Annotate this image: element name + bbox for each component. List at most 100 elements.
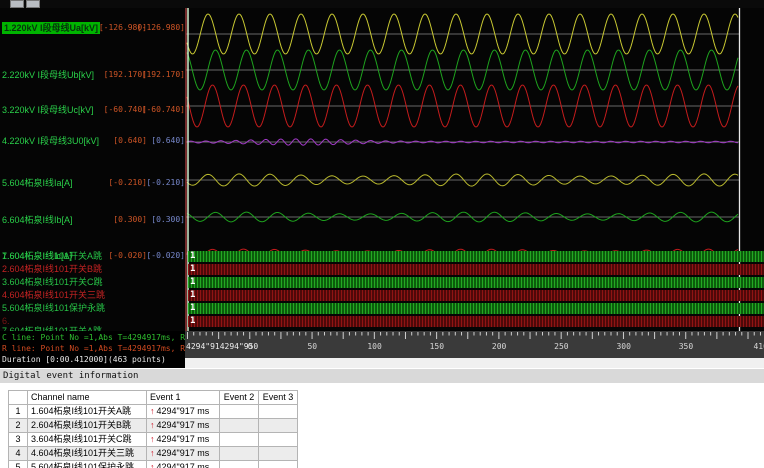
r-cursor-value: [-126.980] (136, 23, 185, 32)
r-line-status: R line: Point No =1,Abs T=4294917ms, Rel… (2, 344, 185, 353)
event2-cell (219, 432, 259, 447)
event-table-row-4[interactable]: 4 4.604柘泉I线101开关三跳 ↑ 4294"917 ms (8, 446, 298, 461)
c-cursor-value: [-0.210] (108, 178, 147, 187)
event-table-zone: Channel name Event 1 Event 2 Event 3 1 1.… (0, 383, 764, 468)
col-event3-header: Event 3 (258, 390, 298, 405)
c-cursor-value: [-60.740] (103, 105, 147, 114)
r-cursor-value: [-60.740] (141, 105, 185, 114)
col-event2-header: Event 2 (219, 390, 259, 405)
ruler-tick-label: 200 (491, 342, 507, 351)
digital-channel-label-4[interactable]: 4.604柘泉I线101开关三跳 (2, 290, 185, 302)
duration-status: Duration [0:00.412000](463 points) (2, 355, 166, 364)
analog-channel-label-2[interactable]: 2.220kV I段母线Ub[kV] [192.170] [192.170] (0, 69, 185, 81)
cursor-status-block: C line: Point No =1,Abs T=4294917ms, Rel… (0, 331, 185, 368)
digital-state-bar-6: 1 (188, 316, 764, 327)
row-number: 4 (8, 446, 28, 461)
row-number: 1 (8, 404, 28, 419)
digital-state-value: 1 (190, 264, 196, 274)
digital-state-bar-4: 1 (188, 290, 764, 301)
toolbar-icon[interactable] (10, 0, 24, 8)
analog-channel-label-5[interactable]: 5.604柘泉I线Ia[A] [-0.210] [-0.210] (0, 177, 185, 189)
digital-channel-label-3[interactable]: 3.604柘泉I线101开关C跳 (2, 277, 185, 289)
event1-cell: ↑ 4294"917 ms (146, 446, 220, 461)
event-table-row-1[interactable]: 1 1.604柘泉I线101开关A跳 ↑ 4294"917 ms (8, 404, 298, 419)
digital-state-value: 1 (190, 290, 196, 300)
event1-time: 4294"917 ms (156, 448, 210, 458)
ruler-tick-label: 410 (753, 342, 764, 351)
event3-cell (258, 446, 298, 461)
rising-edge-arrow-icon: ↑ (150, 434, 155, 444)
analog-channel-label-3[interactable]: 3.220kV I段母线Uc[kV] [-60.740] [-60.740] (0, 104, 185, 116)
event2-cell (219, 446, 259, 461)
time-ruler[interactable]: 4294"914294"950 050100150200250300350410 (185, 331, 764, 358)
r-cursor-value: [0.300] (151, 215, 185, 224)
channel-name[interactable]: 5.604柘泉I线Ia[A] (2, 177, 73, 189)
ruler-tick-label: 100 (367, 342, 382, 351)
digital-state-value: 1 (190, 303, 196, 313)
channel-name[interactable]: 4.220kV I段母线3U0[kV] (2, 135, 99, 147)
event1-time: 4294"917 ms (156, 406, 210, 416)
digital-channel-label-2[interactable]: 2.604柘泉I线101开关B跳 (2, 264, 185, 276)
row-number: 2 (8, 418, 28, 433)
analog-channel-label-4[interactable]: 4.220kV I段母线3U0[kV] [0.640] [0.640] (0, 135, 185, 147)
event-channel-name: 4.604柘泉I线101开关三跳 (27, 446, 147, 461)
rising-edge-arrow-icon: ↑ (150, 420, 155, 430)
event3-cell (258, 460, 298, 468)
event-table-row-2[interactable]: 2 2.604柘泉I线101开关B跳 ↑ 4294"917 ms (8, 418, 298, 433)
c-cursor-value: [0.300] (113, 215, 147, 224)
event1-time: 4294"917 ms (156, 434, 210, 444)
rising-edge-arrow-icon: ↑ (150, 462, 155, 468)
digital-channel-label-5[interactable]: 5.604柘泉I线101保护永跳 (2, 303, 185, 315)
event3-cell (258, 404, 298, 419)
digital-state-value: 1 (190, 277, 196, 287)
event1-time: 4294"917 ms (156, 462, 210, 468)
c-cursor-value: [0.640] (113, 136, 147, 145)
channel-name[interactable]: 3.220kV I段母线Uc[kV] (2, 104, 94, 116)
r-cursor-value: [0.640] (151, 136, 185, 145)
event2-cell (219, 460, 259, 468)
row-number: 5 (8, 460, 28, 468)
ruler-tick-label: 300 (616, 342, 631, 351)
info-bar-title: Digital event information (3, 371, 139, 381)
event1-cell: ↑ 4294"917 ms (146, 460, 220, 468)
waveform-plot-panel[interactable]: 111111 1.220kV I段母线Ua[kV] [-126.980] [-126… (0, 8, 764, 331)
c-line-status: C line: Point No =1,Abs T=4294917ms, Rel… (2, 333, 185, 342)
event-channel-name: 2.604柘泉I线101开关B跳 (27, 418, 147, 433)
toolbar-strip (0, 0, 764, 8)
event3-cell (258, 432, 298, 447)
channel-name[interactable]: 1.220kV I段母线Ua[kV] (2, 22, 101, 34)
event-channel-name: 5.604柘泉I线101保护永跳 (27, 460, 147, 468)
r-cursor-value: [192.170] (141, 70, 185, 79)
channel-name[interactable]: 6.604柘泉I线Ib[A] (2, 214, 73, 226)
digital-state-value: 1 (190, 316, 196, 326)
rising-edge-arrow-icon: ↑ (150, 406, 155, 416)
r-cursor-value: [-0.210] (146, 178, 185, 187)
event-channel-name: 1.604柘泉I线101开关A跳 (27, 404, 147, 419)
col-event1-header: Event 1 (146, 390, 220, 405)
event3-cell (258, 418, 298, 433)
event-channel-name: 3.604柘泉I线101开关C跳 (27, 432, 147, 447)
event-table-header-row: Channel name Event 1 Event 2 Event 3 (8, 390, 298, 405)
digital-state-bar-1: 1 (188, 251, 764, 262)
row-number: 3 (8, 432, 28, 447)
ruler-ticks (187, 332, 761, 339)
ruler-tick-label: 250 (554, 342, 569, 351)
digital-event-table: Channel name Event 1 Event 2 Event 3 1 1.… (8, 390, 298, 468)
event-table-row-3[interactable]: 3 3.604柘泉I线101开关C跳 ↑ 4294"917 ms (8, 432, 298, 447)
analog-channel-label-1[interactable]: 1.220kV I段母线Ua[kV] [-126.980] [-126.980] (0, 22, 185, 34)
event1-cell: ↑ 4294"917 ms (146, 432, 220, 447)
ruler-tick-label: 50 (307, 342, 318, 351)
event2-cell (219, 418, 259, 433)
toolbar-icon[interactable] (26, 0, 40, 8)
c-cursor-value: [192.170] (103, 70, 147, 79)
event-table-row-5[interactable]: 5 5.604柘泉I线101保护永跳 ↑ 4294"917 ms (8, 460, 298, 468)
digital-state-bar-2: 1 (188, 264, 764, 275)
digital-state-bar-3: 1 (188, 277, 764, 288)
digital-channel-label-1[interactable]: 1.604柘泉I线101开关A跳 (2, 251, 185, 263)
waveform-viewer-window: 111111 1.220kV I段母线Ua[kV] [-126.980] [-126… (0, 0, 764, 468)
channel-name[interactable]: 2.220kV I段母线Ub[kV] (2, 69, 94, 81)
analog-channel-label-6[interactable]: 6.604柘泉I线Ib[A] [0.300] [0.300] (0, 214, 185, 226)
col-no-header (8, 390, 28, 405)
ruler-tick-label: 150 (429, 342, 445, 351)
rising-edge-arrow-icon: ↑ (150, 448, 155, 458)
